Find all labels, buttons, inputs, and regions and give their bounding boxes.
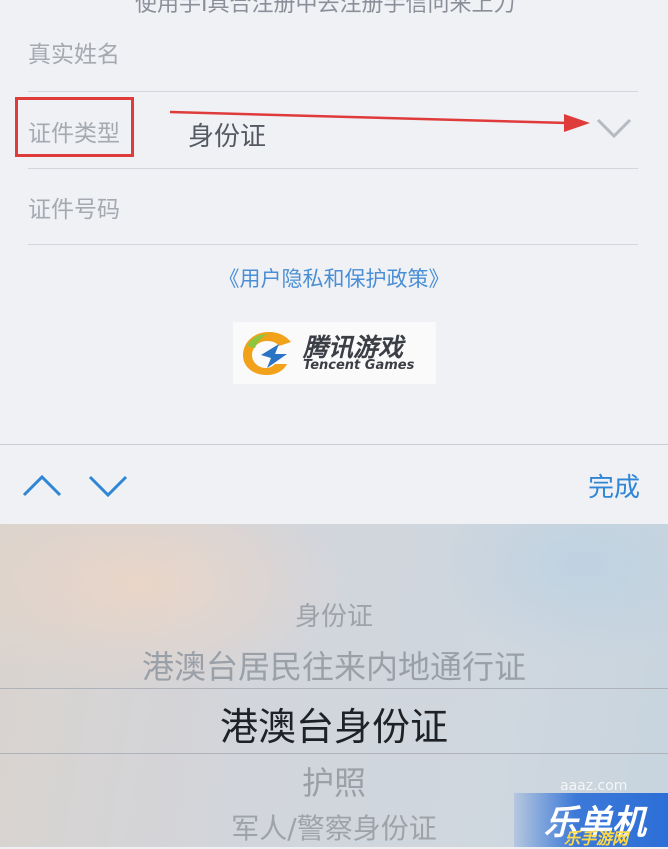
done-button[interactable]: 完成 <box>588 467 640 504</box>
tencent-games-logo: 腾讯游戏 Tencent Games <box>233 322 436 384</box>
real-name-field[interactable]: 真实姓名 <box>28 0 638 92</box>
keyboard-toolbar: 完成 <box>0 444 668 525</box>
id-number-placeholder: 证件号码 <box>28 197 120 223</box>
privacy-policy-link[interactable]: 《用户隐私和保护政策》 <box>0 263 668 293</box>
annotation-highlight-box <box>15 97 134 157</box>
annotation-arrow <box>169 110 590 132</box>
picker-option[interactable]: 港澳台居民往来内地通行证 <box>0 642 668 688</box>
picker-option[interactable]: 身份证 <box>0 596 668 633</box>
registration-form: 使用手I具合注册中去注册手信问来上力 真实姓名 证件类型 身份证 证件号码 《用… <box>0 0 668 444</box>
chevron-up-icon[interactable] <box>20 467 64 503</box>
logo-english-text: Tencent Games <box>303 358 415 373</box>
picker-option-selected[interactable]: 港澳台身份证 <box>0 696 668 751</box>
watermark-badge: 乐单机 乐手游网 <box>514 793 668 848</box>
tencent-games-logo-icon <box>243 332 291 375</box>
chevron-down-icon[interactable] <box>594 114 634 144</box>
real-name-placeholder: 真实姓名 <box>28 42 120 68</box>
watermark-subtext: 乐手游网 <box>564 829 629 848</box>
watermark-site-text: aaaz.com <box>560 778 628 794</box>
chevron-down-icon[interactable] <box>86 467 130 503</box>
id-number-field[interactable]: 证件号码 <box>28 169 638 245</box>
